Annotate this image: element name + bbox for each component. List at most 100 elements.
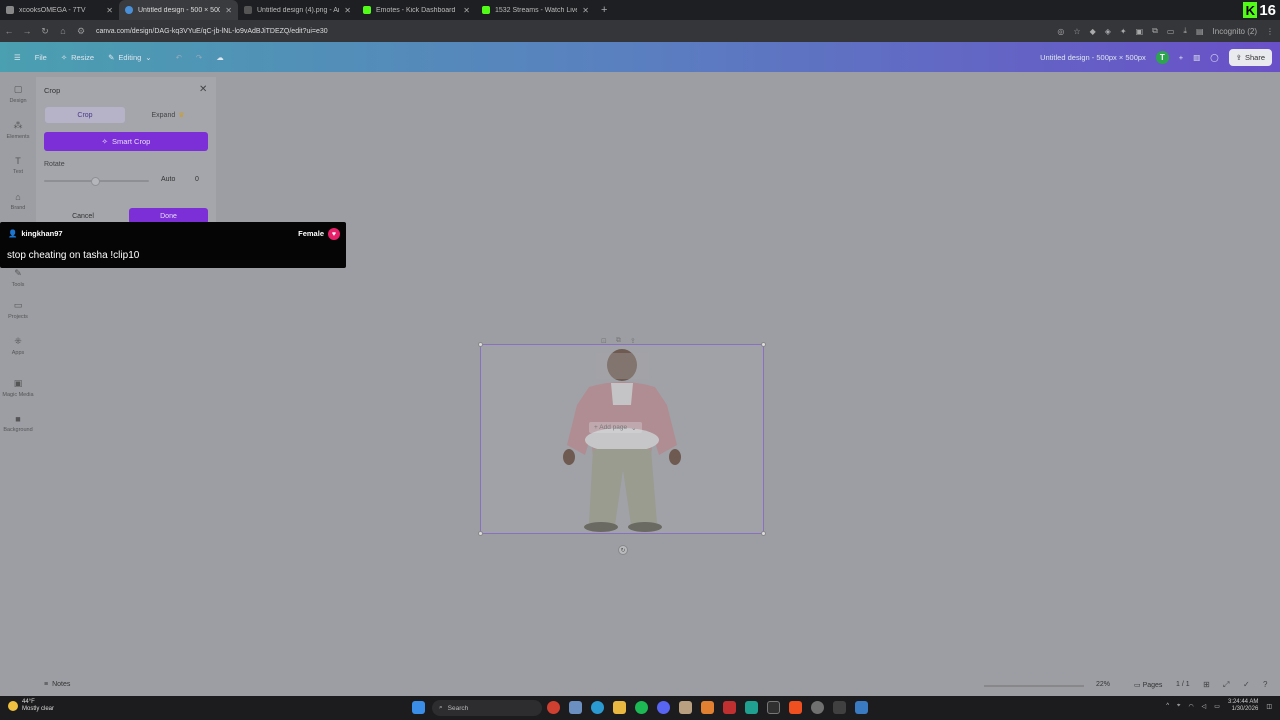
browser-tab[interactable]: Emotes - Kick Dashboard ✕ [357, 0, 476, 20]
browser-tab[interactable]: xcooksOMEGA - 7TV ✕ [0, 0, 119, 20]
discord-icon[interactable] [657, 701, 670, 714]
eye-off-icon[interactable]: ◎ [1057, 27, 1064, 36]
tab-close-icon[interactable]: ✕ [344, 6, 351, 15]
url-field[interactable]: canva.com/design/DAG-kq3VYuE/qC-jb-lNL-l… [96, 28, 328, 35]
extension-icon[interactable]: ✦ [1120, 27, 1127, 36]
tab-crop[interactable]: Crop [45, 107, 125, 123]
spotify-icon[interactable] [635, 701, 648, 714]
volume-icon[interactable]: ◁ [1202, 703, 1207, 710]
zoom-level[interactable]: 22% [1096, 681, 1110, 688]
resize-handle[interactable] [478, 342, 483, 347]
app-icon[interactable] [679, 701, 692, 714]
brave-icon[interactable] [789, 701, 802, 714]
start-icon[interactable] [412, 701, 425, 714]
browser-tab[interactable]: 1532 Streams - Watch Live on K ✕ [476, 0, 595, 20]
resize-handle[interactable] [761, 531, 766, 536]
avatar[interactable]: T [1155, 50, 1169, 64]
redo-icon[interactable]: ↷ [196, 53, 202, 62]
tray-chevron-icon[interactable]: ^ [1166, 703, 1169, 709]
pages-button[interactable]: ▭ Pages [1134, 681, 1162, 689]
help-icon[interactable]: ? [1263, 680, 1267, 689]
tab-close-icon[interactable]: ✕ [225, 6, 232, 15]
tab-close-icon[interactable]: ✕ [463, 6, 470, 15]
address-bar: ← → ↻ ⌂ ⚙ canva.com/design/DAG-kq3VYuE/q… [0, 20, 1280, 42]
editing-mode-dropdown[interactable]: ✎ Editing ⌄ [108, 53, 152, 62]
design-page[interactable] [478, 342, 766, 536]
download-icon[interactable]: ⤓ [1183, 26, 1187, 36]
app-icon[interactable] [745, 701, 758, 714]
hamburger-menu-icon[interactable]: ☰ [14, 53, 21, 62]
new-tab-icon[interactable]: + [601, 4, 607, 16]
puzzle-icon[interactable]: ⧉ [1152, 26, 1158, 36]
extension-icon[interactable]: ◆ [1090, 27, 1096, 36]
task-view-icon[interactable] [569, 701, 582, 714]
rail-item-brand[interactable]: ⌂ Brand [0, 192, 36, 211]
settings-icon[interactable] [811, 701, 824, 714]
chrome-icon[interactable] [547, 701, 560, 714]
tab-expand[interactable]: Expand ♛ [128, 107, 208, 123]
taskbar-search[interactable]: ⌕ Search [432, 700, 542, 716]
design-title[interactable]: Untitled design - 500px × 500px [1040, 53, 1146, 62]
resize-handle[interactable] [478, 531, 483, 536]
rail-item-projects[interactable]: ▭ Projects [0, 300, 36, 320]
clock[interactable]: 3:24:44 AM 1/30/2026 [1228, 699, 1258, 713]
tab-close-icon[interactable]: ✕ [106, 6, 113, 15]
add-collaborator-icon[interactable]: + [1179, 53, 1183, 62]
resize-button[interactable]: ✧ Resize [61, 53, 94, 62]
rotate-value-input[interactable]: 0 [195, 176, 199, 183]
comment-icon[interactable]: ◯ [1210, 53, 1218, 62]
location-icon[interactable]: ⌖ [1177, 703, 1180, 710]
browser-tab-active[interactable]: Untitled design - 500 × 500px ✕ [119, 0, 238, 20]
rail-item-design[interactable]: ▢ Design [0, 84, 36, 104]
app-icon[interactable] [833, 701, 846, 714]
terminal-icon[interactable] [767, 701, 780, 714]
extension-icon[interactable]: ◈ [1105, 27, 1111, 36]
smart-crop-button[interactable]: ✧ Smart Crop [44, 132, 208, 151]
undo-icon[interactable]: ↶ [176, 53, 182, 62]
rotate-slider-thumb[interactable] [91, 177, 100, 186]
rail-item-elements[interactable]: ⁂ Elements [0, 120, 36, 140]
bookmark-star-icon[interactable]: ☆ [1073, 27, 1080, 36]
rail-item-tools[interactable]: ✎ Tools [0, 268, 36, 288]
add-page-button[interactable]: + Add page ⌄ [589, 422, 642, 433]
edge-icon[interactable] [591, 701, 604, 714]
rail-item-magic-media[interactable]: ▣ Magic Media [0, 378, 36, 398]
extension-icon[interactable]: ▣ [1136, 27, 1144, 36]
file-explorer-icon[interactable] [613, 701, 626, 714]
battery-icon[interactable]: ▭ [1214, 703, 1220, 710]
zoom-slider[interactable] [984, 685, 1084, 687]
app-icon[interactable] [723, 701, 736, 714]
rotate-handle-icon[interactable]: ↻ [618, 545, 628, 555]
share-button[interactable]: ⇪ Share [1228, 48, 1272, 66]
tab-close-icon[interactable]: ✕ [582, 6, 589, 15]
app-icon[interactable] [855, 701, 868, 714]
rail-item-background[interactable]: ■ Background [0, 414, 36, 433]
close-icon[interactable]: ✕ [199, 84, 207, 95]
resize-handle[interactable] [761, 342, 766, 347]
incognito-profile[interactable]: Incognito (2) [1213, 27, 1257, 36]
cloud-save-icon[interactable]: ☁ [216, 53, 224, 62]
app-icon[interactable] [701, 701, 714, 714]
rail-item-apps[interactable]: ⁜ Apps [0, 336, 36, 356]
notes-button[interactable]: ≡ Notes [44, 681, 70, 688]
person-image[interactable] [481, 345, 765, 535]
home-icon[interactable]: ⌂ [54, 26, 72, 36]
browser-tab[interactable]: Untitled design (4).png - Anim ✕ [238, 0, 357, 20]
rotate-auto-button[interactable]: Auto [161, 176, 175, 183]
weather-widget[interactable]: 44°F Mostly clear [8, 699, 54, 713]
back-icon[interactable]: ← [0, 26, 18, 36]
notification-icon[interactable]: ◫ [1266, 703, 1272, 710]
fullscreen-icon[interactable]: ⤢ [1223, 680, 1229, 690]
grid-view-icon[interactable]: ⊞ [1203, 680, 1210, 689]
sidebar-icon[interactable]: ▭ [1167, 27, 1175, 36]
wifi-icon[interactable]: ◠ [1188, 703, 1193, 710]
site-info-icon[interactable]: ⚙ [72, 26, 90, 37]
save-icon[interactable]: ▤ [1196, 27, 1204, 36]
analytics-icon[interactable]: ▥ [1193, 53, 1200, 62]
forward-icon[interactable]: → [18, 26, 36, 36]
menu-icon[interactable]: ⋮ [1266, 27, 1274, 36]
file-menu[interactable]: File [35, 53, 47, 62]
reload-icon[interactable]: ↻ [36, 26, 54, 37]
check-icon[interactable]: ✓ [1243, 680, 1250, 689]
rail-item-text[interactable]: T Text [0, 156, 36, 175]
